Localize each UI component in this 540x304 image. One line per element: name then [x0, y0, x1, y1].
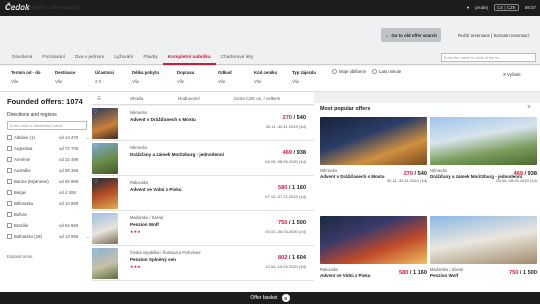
- tab-kompletni-nabidka[interactable]: Kompletní nabídka: [162, 52, 216, 65]
- card-image: [430, 216, 537, 264]
- popular-card[interactable]: Německo Advent v Drážďanech s Mostu 270 …: [320, 117, 427, 183]
- offer-row[interactable]: ♡ Maďarsko / Sárvár Penzion Wolf ★★★ 750…: [92, 211, 314, 246]
- directions-heading: Directions and regions: [7, 112, 57, 118]
- popular-title: Most popular offers: [320, 106, 371, 112]
- offer-row[interactable]: ♡ Rakousko Advent ve Vídni z Písku 580 /…: [92, 176, 314, 211]
- dest-australie[interactable]: Austrálie od 88 359: [7, 166, 90, 175]
- offer-basket-bar[interactable]: Offer basket 0: [0, 292, 540, 304]
- offer-dates: 07.12.-07.12.2019 (1d): [265, 194, 306, 199]
- basket-label: Offer basket: [250, 295, 278, 301]
- offer-stars: ★★★: [130, 229, 141, 234]
- filter-participants[interactable]: Účastníci 2 0: [95, 70, 114, 84]
- offer-row[interactable]: ♡ Německo Advent v Drážďanech s Mostu 27…: [92, 106, 314, 141]
- offer-price: 802 / 1 604: [277, 255, 306, 261]
- offer-search-input[interactable]: Enter the name or code of the ev...: [441, 53, 536, 62]
- session-timer: 59:37: [524, 5, 536, 10]
- offer-title[interactable]: Penzion Wolf: [130, 222, 159, 227]
- founded-count: Founded offers: 1074: [7, 97, 83, 106]
- offer-stars: ★★★: [130, 264, 141, 269]
- offer-dates: 05.03.-06.03.2020 (2d): [265, 229, 306, 234]
- tab-charterove-lety[interactable]: Charterové lety: [216, 52, 259, 65]
- old-offer-search-button[interactable]: ← Go to old offer search: [381, 28, 441, 42]
- offer-country: Česká republika / Šumava a Pošumaví: [130, 250, 201, 255]
- basket-count: 0: [281, 294, 290, 302]
- filter-destination[interactable]: Destinace Vše: [55, 70, 75, 84]
- currency-selector[interactable]: CS | CZK: [493, 4, 519, 11]
- tab-dovolena[interactable]: Dovolená: [7, 52, 37, 65]
- dest-bulharsko[interactable]: Bulharsko (18) od 13 999 ⌄: [7, 232, 90, 241]
- card-image: [320, 216, 427, 264]
- offer-title[interactable]: Drážďany a zámek Moritzburg - jednodenní: [130, 152, 224, 157]
- offer-price: 580 / 1 160: [277, 185, 306, 191]
- heart-icon[interactable]: ♡: [93, 213, 98, 220]
- dest-brazilie[interactable]: Brazílie od 64 659: [7, 221, 90, 230]
- offer-country: Rakousko: [130, 180, 149, 185]
- popular-card[interactable]: Maďarsko / Sárvár Penzion Wolf 750 / 1 5…: [430, 216, 537, 278]
- dest-bolivie[interactable]: Bolívie: [7, 210, 90, 219]
- offer-price: 750 / 1 500: [277, 220, 306, 226]
- last-minute-radio[interactable]: Last minute: [372, 69, 401, 74]
- filter-date[interactable]: Termín od - do Vše: [11, 70, 41, 84]
- top-bar: Čedok ● prodej CS | CZK 59:37: [0, 0, 540, 16]
- dest-argentina[interactable]: Argentina od 72 709: [7, 144, 90, 153]
- offer-title[interactable]: Advent ve Vídni z Písku: [130, 187, 182, 192]
- tab-dva-v-jednom[interactable]: Dva v jednom: [70, 52, 109, 65]
- clear-filters-button[interactable]: X Vyčistit: [503, 72, 521, 77]
- tab-plavby[interactable]: Plavby: [138, 52, 162, 65]
- close-icon[interactable]: ×: [527, 104, 531, 111]
- user-name[interactable]: prodej: [475, 5, 488, 10]
- user-icon[interactable]: ●: [467, 5, 470, 10]
- list-view-icon[interactable]: ☰: [97, 96, 101, 102]
- card-image: [430, 117, 537, 165]
- popular-card[interactable]: Rakousko Advent ve Vídni z Písku 580 / 1…: [320, 216, 427, 278]
- popular-card[interactable]: Německo Drážďany a zámek Moritzburg - je…: [430, 117, 537, 183]
- destination-search-input[interactable]: Enter code or destination name: [7, 121, 87, 130]
- offer-price: 469 / 938: [282, 150, 306, 156]
- expand-more-link[interactable]: Expand more: [7, 254, 33, 259]
- offer-dates: 08.05.-08.05.2020 (1d): [265, 159, 306, 164]
- filter-duration[interactable]: Délka pobytu Vše: [132, 70, 159, 84]
- offer-row[interactable]: ♡ Německo Drážďany a zámek Moritzburg - …: [92, 141, 314, 176]
- heart-icon[interactable]: ♡: [93, 108, 98, 115]
- offer-dates: 13.04.-15.04.2020 (3d): [265, 264, 306, 269]
- dest-belorusko[interactable]: Bělorusko od 10 899: [7, 199, 90, 208]
- user-area: ● prodej CS | CZK 59:37: [467, 4, 536, 11]
- offer-dates: 30.11.-30.11.2019 (1d): [265, 124, 306, 129]
- tab-poznavani[interactable]: Poznávání: [37, 52, 70, 65]
- dest-barma[interactable]: Barma (Myanmar) od 69 989: [7, 177, 90, 186]
- sort-match[interactable]: Shoda: [130, 96, 143, 101]
- sort-rating[interactable]: Hodnocení: [178, 96, 200, 101]
- tab-lyzovani[interactable]: Lyžování: [109, 52, 138, 65]
- breadcrumb[interactable]: Dovolená a výlety / Offers catalog: [7, 6, 79, 11]
- offer-country: Německo: [130, 110, 148, 115]
- offer-country: Maďarsko / Sárvár: [130, 215, 164, 220]
- heart-icon[interactable]: ♡: [93, 178, 98, 185]
- favorites-radio[interactable]: Moje oblíbené: [332, 69, 366, 74]
- sort-bar: ☰ Shoda Hodnocení Cena CZK os. / celkem: [92, 92, 314, 105]
- heart-icon[interactable]: ♡: [93, 143, 98, 150]
- offer-row[interactable]: ♡ Česká republika / Šumava a Pošumaví Pe…: [92, 246, 314, 281]
- reservation-links[interactable]: Ruční rezervace | Seznam rezervací: [458, 33, 529, 38]
- heart-icon[interactable]: ♡: [93, 248, 98, 255]
- offer-country: Německo: [130, 145, 148, 150]
- offer-title[interactable]: Advent v Drážďanech s Mostu: [130, 117, 196, 122]
- dest-belgie[interactable]: Belgie od 4 359: [7, 188, 90, 197]
- dest-armenie[interactable]: Arménie od 22 499: [7, 155, 90, 164]
- filter-pricelist[interactable]: Kód ceníku Vše: [254, 70, 277, 84]
- filter-tour-type[interactable]: Typ zájezdu Vše: [292, 70, 316, 84]
- filter-transport[interactable]: Doprava Vše: [177, 70, 194, 84]
- arrow-left-icon: ←: [384, 32, 390, 38]
- card-image: [320, 117, 427, 165]
- offer-title[interactable]: Penzion Splněný sen: [130, 257, 176, 262]
- offer-price: 270 / 540: [282, 115, 306, 121]
- dest-albanie[interactable]: Albánie (1) od 14 479 ⌄: [7, 133, 90, 142]
- filter-from[interactable]: Odkud Vše: [218, 70, 232, 84]
- sort-price[interactable]: Cena CZK os. / celkem: [234, 96, 280, 101]
